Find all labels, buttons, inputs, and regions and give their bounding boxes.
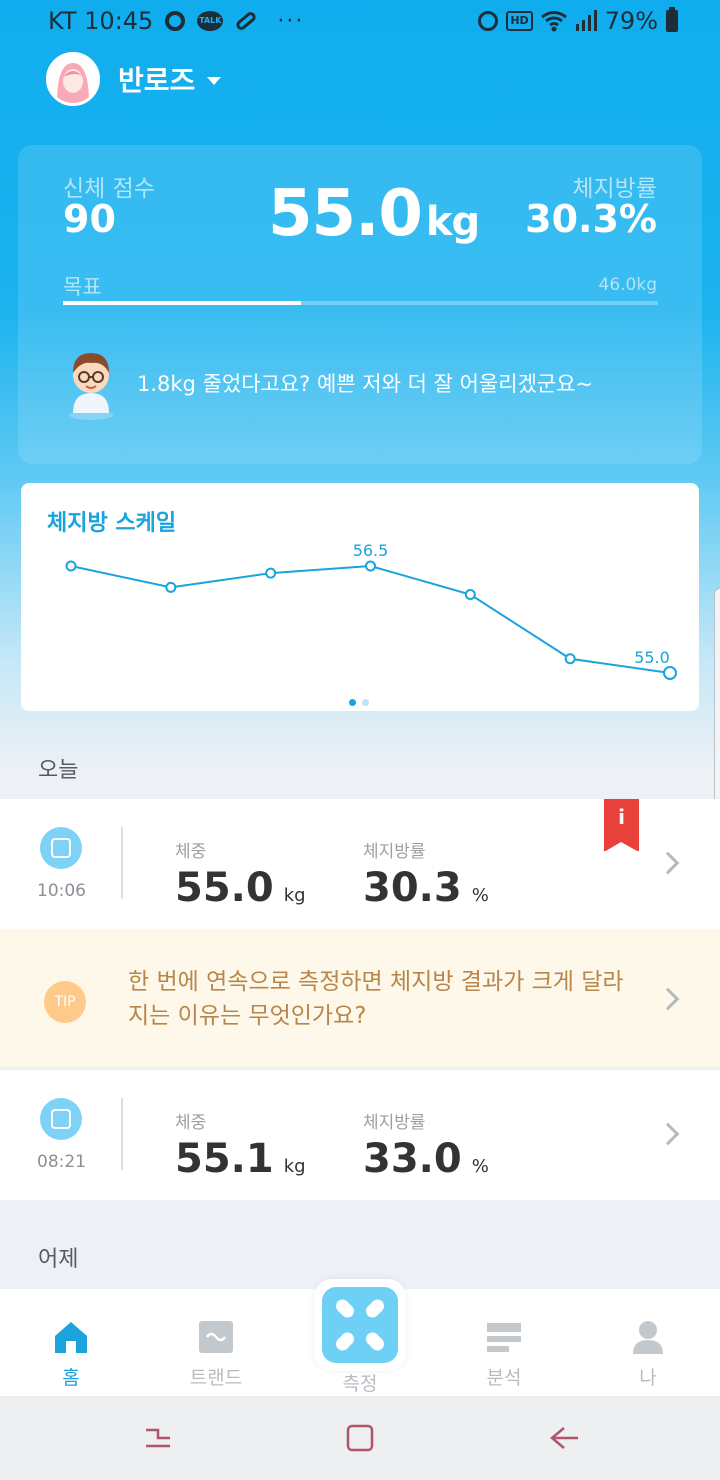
analysis-icon [487, 1323, 521, 1352]
nav-measure-label: 측정 [342, 1373, 378, 1395]
record-time: 10:06 [37, 881, 86, 901]
kakaotalk-icon: TALK [197, 11, 224, 31]
goal-value: 46.0kg [598, 275, 658, 295]
chart-pager [349, 699, 369, 706]
weight-unit: kg [283, 1156, 306, 1177]
info-bookmark-text: i [618, 805, 625, 829]
tip-banner[interactable]: TIP 한 번에 연속으로 측정하면 체지방 결과가 크게 달라지는 이유는 무… [0, 929, 720, 1067]
goal-progress-bar [63, 301, 658, 305]
section-yesterday-label: 어제 [38, 1247, 79, 1272]
series-line [70, 564, 671, 674]
weight-number: 55.1 [175, 1136, 274, 1182]
battery-icon [666, 7, 678, 32]
nav-trend[interactable]: 트랜드 [166, 1319, 266, 1390]
user-name: 반로즈 [118, 64, 196, 97]
section-today-label: 오늘 [38, 758, 79, 783]
body-fat-unit: % [471, 885, 489, 906]
chevron-right-icon [656, 851, 680, 875]
current-weight-unit: kg [425, 199, 480, 245]
scale-icon [40, 1098, 82, 1140]
data-point [265, 567, 277, 579]
weight-value: 55.1 kg [175, 1136, 306, 1182]
scale-icon [322, 1287, 398, 1363]
measurement-record[interactable]: 08:21 체중 55.1 kg 체지방률 33.0% [0, 1070, 720, 1200]
weight-value: 55.0 kg [175, 865, 306, 911]
nav-analysis-label: 분석 [486, 1367, 522, 1389]
nav-home[interactable]: 홈 [21, 1319, 121, 1390]
avatar [46, 52, 100, 106]
nav-trend-label: 트랜드 [189, 1367, 243, 1389]
body-fat-label: 체지방률 [363, 842, 426, 862]
body-fat-number: 33.0 [363, 1136, 462, 1182]
nav-me[interactable]: 나 [598, 1319, 698, 1390]
body-fat-label: 체지방률 [363, 1113, 426, 1133]
body-fat-value: 30.3% [363, 865, 489, 911]
system-nav-bar [0, 1396, 720, 1480]
user-switcher[interactable]: 반로즈 [46, 52, 222, 106]
more-notifications-icon: ··· [277, 8, 305, 34]
divider [121, 827, 123, 899]
data-point [464, 589, 476, 601]
goal-progress-fill [63, 301, 301, 305]
bottom-nav: 홈 트랜드 측정 분석 나 [0, 1279, 720, 1396]
measure-button[interactable] [314, 1279, 406, 1371]
body-fat-unit: % [471, 1156, 489, 1177]
weight-trend-chart: 56.5 55.0 [65, 541, 677, 680]
status-bar: KT 10:45 TALK ··· HD 79% [0, 0, 720, 44]
back-icon[interactable] [546, 1420, 582, 1456]
chevron-right-icon [656, 987, 680, 1011]
weight-label: 체중 [175, 1113, 207, 1133]
coach-message-text: 1.8kg 줄었다고요? 예쁜 저와 더 잘 어울리겠군요~ [137, 372, 594, 396]
scale-icon [40, 827, 82, 869]
chevron-right-icon [656, 1122, 680, 1146]
body-fat-scale-chart-card[interactable]: 체지방 스케일 56.5 55.0 [21, 483, 699, 711]
info-bookmark-icon[interactable]: i [604, 799, 639, 852]
wifi-icon [540, 11, 567, 32]
data-point [65, 560, 77, 572]
body-summary-panel: 신체 점수 90 55.0 kg 체지방률 30.3% 목표 46.0kg 1.8… [18, 145, 702, 464]
coach-message: 1.8kg 줄었다고요? 예쁜 저와 더 잘 어울리겠군요~ [63, 345, 593, 421]
home-button-icon[interactable] [342, 1420, 378, 1456]
weight-unit: kg [283, 885, 306, 906]
nav-analysis[interactable]: 분석 [454, 1319, 554, 1390]
data-point [663, 666, 677, 680]
nav-me-label: 나 [639, 1367, 657, 1389]
goal-label: 목표 [63, 275, 102, 299]
carrier-time: KT 10:45 [48, 7, 154, 35]
data-label: 56.5 [353, 541, 389, 560]
pill-icon [234, 10, 258, 32]
camera-dot-icon [165, 11, 186, 31]
hd-icon: HD [506, 11, 533, 31]
tip-badge-icon: TIP [44, 981, 86, 1023]
body-fat-number: 30.3 [363, 865, 462, 911]
signal-icon [575, 10, 597, 31]
pager-dot [362, 699, 369, 706]
body-score-value: 90 [63, 197, 116, 241]
divider [121, 1098, 123, 1170]
trend-icon [199, 1321, 233, 1353]
current-weight-value: 55.0 [268, 177, 423, 251]
body-fat-value: 30.3% [525, 197, 657, 241]
home-icon [55, 1322, 87, 1353]
tip-text: 한 번에 연속으로 측정하면 체지방 결과가 크게 달라지는 이유는 무엇인가요… [128, 969, 624, 1029]
record-time: 08:21 [37, 1152, 86, 1172]
weight-number: 55.0 [175, 865, 274, 911]
profile-icon [633, 1321, 663, 1354]
pager-dot-active [349, 699, 356, 706]
measurement-record[interactable]: 10:06 체중 55.0 kg 체지방률 30.3% i [0, 799, 720, 929]
battery-percent: 79% [604, 7, 658, 35]
body-fat-value: 33.0% [363, 1136, 489, 1182]
data-point [365, 560, 376, 572]
current-weight: 55.0 kg [268, 177, 480, 251]
data-point [564, 653, 576, 665]
weight-label: 체중 [175, 842, 207, 862]
caret-down-icon [207, 77, 222, 85]
coach-avatar-icon [69, 353, 113, 420]
recents-icon[interactable] [140, 1420, 176, 1456]
data-point [165, 581, 177, 593]
alarm-icon [478, 11, 499, 31]
nav-home-label: 홈 [62, 1367, 80, 1389]
data-label: 55.0 [634, 648, 670, 667]
